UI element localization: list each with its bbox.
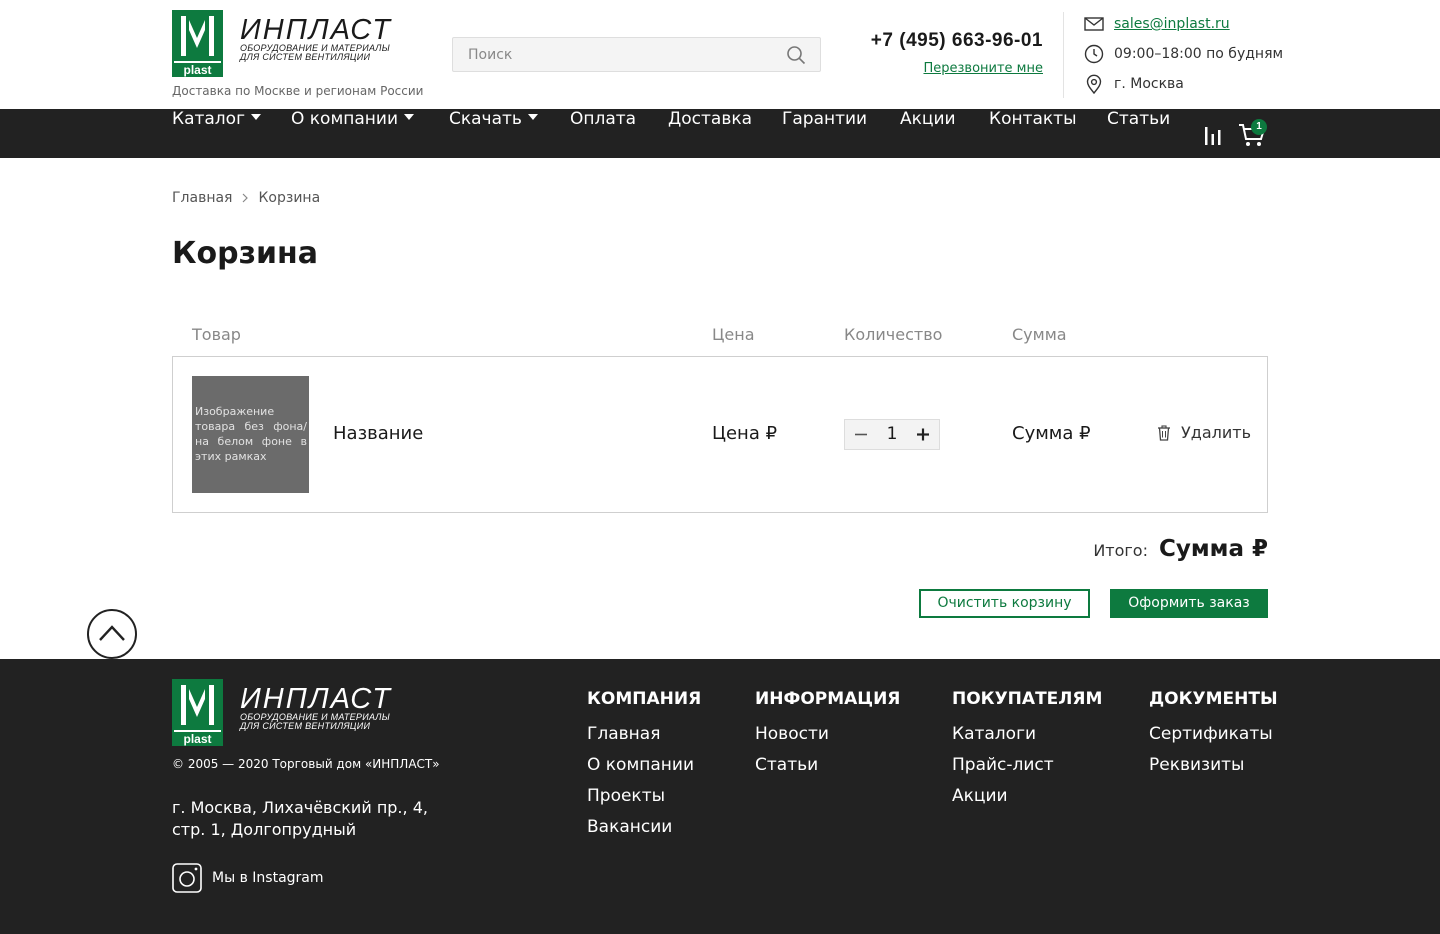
logo-mark-icon: plast [172, 679, 223, 746]
footer-column-title: КОМПАНИЯ [587, 689, 702, 709]
instagram-icon [172, 863, 202, 893]
email-link[interactable]: sales@inplast.ru [1114, 16, 1230, 32]
trash-icon [1158, 424, 1170, 441]
search-box[interactable] [452, 37, 821, 72]
nav-item-payment[interactable]: Оплата [570, 109, 636, 158]
page-title: Корзина [172, 236, 319, 271]
chevron-down-icon [527, 114, 538, 120]
clock-icon [1084, 44, 1104, 64]
nav-item-delivery[interactable]: Доставка [668, 109, 752, 158]
footer-link-news[interactable]: Новости [755, 719, 900, 750]
chevron-up-icon [99, 625, 125, 641]
city: г. Москва [1114, 76, 1184, 92]
logo-brand: ИНПЛАСТ [240, 14, 392, 46]
nav-item-about[interactable]: О компании [291, 109, 415, 158]
logo-subtitle: ОБОРУДОВАНИЕ И МАТЕРИАЛЫ ДЛЯ СИСТЕМ ВЕНТ… [240, 43, 391, 62]
nav-item-articles[interactable]: Статьи [1107, 109, 1170, 158]
main-nav: Каталог О компании Скачать Оплата Достав… [0, 109, 1440, 158]
breadcrumb-home[interactable]: Главная [172, 190, 232, 206]
footer-link-certificates[interactable]: Сертификаты [1149, 719, 1278, 750]
scroll-to-top-button[interactable] [87, 609, 137, 659]
column-header-qty: Количество [844, 325, 943, 344]
delete-label: Удалить [1181, 423, 1251, 442]
site-footer: plast ИНПЛАСТ ОБОРУДОВАНИЕ И МАТЕРИАЛЫ Д… [0, 659, 1440, 934]
logo-badge: plast [174, 730, 221, 746]
footer-column-title: ИНФОРМАЦИЯ [755, 689, 901, 709]
logo-brand: ИНПЛАСТ [240, 683, 392, 715]
copyright: © 2005 — 2020 Торговый дом «ИНПЛАСТ» [172, 757, 440, 771]
footer-column-customers: ПОКУПАТЕЛЯМ Каталоги Прайс-лист Акции [952, 689, 1102, 812]
phone-number[interactable]: +7 (495) 663-96-01 [871, 30, 1043, 52]
breadcrumb-current: Корзина [258, 190, 321, 206]
minus-icon [855, 433, 867, 436]
quantity-value[interactable]: 1 [877, 420, 907, 449]
footer-column-info: ИНФОРМАЦИЯ Новости Статьи [755, 689, 900, 781]
quantity-stepper: 1 [844, 419, 940, 450]
footer-link-projects[interactable]: Проекты [587, 781, 701, 812]
total-value: Сумма ₽ [1158, 536, 1268, 562]
product-name[interactable]: Название [333, 423, 423, 444]
quantity-increase-button[interactable] [908, 420, 938, 449]
cart-item-row: Изображение товара без фона/на белом фон… [172, 356, 1268, 513]
delete-item-button[interactable]: Удалить [1157, 423, 1251, 442]
footer-link-catalogs[interactable]: Каталоги [952, 719, 1102, 750]
total-label: Итого: [1093, 541, 1148, 560]
footer-column-documents: ДОКУМЕНТЫ Сертификаты Реквизиты [1149, 689, 1278, 781]
cart-total: Итого: Сумма ₽ [1093, 536, 1268, 562]
footer-link-requisites[interactable]: Реквизиты [1149, 750, 1278, 781]
footer-link-articles[interactable]: Статьи [755, 750, 900, 781]
column-header-product: Товар [192, 325, 241, 344]
column-header-sum: Сумма [1012, 325, 1067, 344]
nav-item-guarantees[interactable]: Гарантии [782, 109, 867, 158]
footer-address: г. Москва, Лихачёвский пр., 4, стр. 1, Д… [172, 798, 428, 839]
footer-link-promotions[interactable]: Акции [952, 781, 1102, 812]
header-divider [1063, 12, 1064, 98]
logo-subtitle: ОБОРУДОВАНИЕ И МАТЕРИАЛЫ ДЛЯ СИСТЕМ ВЕНТ… [240, 712, 391, 731]
product-image[interactable]: Изображение товара без фона/на белом фон… [192, 376, 309, 493]
clear-cart-button[interactable]: Очистить корзину [919, 589, 1090, 618]
nav-item-catalog[interactable]: Каталог [172, 109, 262, 158]
footer-link-vacancies[interactable]: Вакансии [587, 812, 701, 843]
checkout-button[interactable]: Оформить заказ [1110, 589, 1268, 618]
instagram-label: Мы в Instagram [212, 870, 324, 886]
column-header-price: Цена [712, 325, 755, 344]
chevron-down-icon [404, 114, 415, 120]
delivery-note: Доставка по Москве и регионам России [172, 84, 424, 98]
nav-item-download[interactable]: Скачать [449, 109, 538, 158]
plus-icon [917, 428, 929, 441]
search-icon[interactable] [786, 45, 806, 65]
chevron-down-icon [251, 114, 262, 120]
footer-link-home[interactable]: Главная [587, 719, 701, 750]
chevron-right-icon [243, 193, 249, 203]
footer-logo[interactable]: plast ИНПЛАСТ ОБОРУДОВАНИЕ И МАТЕРИАЛЫ Д… [172, 679, 412, 747]
mail-icon [1084, 17, 1104, 31]
location-pin-icon [1086, 74, 1102, 95]
site-header: plast ИНПЛАСТ ОБОРУДОВАНИЕ И МАТЕРИАЛЫ Д… [0, 0, 1440, 109]
email-row: sales@inplast.ru [1083, 13, 1230, 35]
footer-column-title: ДОКУМЕНТЫ [1149, 689, 1278, 709]
working-hours: 09:00–18:00 по будням [1114, 46, 1284, 62]
compare-icon[interactable] [1204, 125, 1222, 145]
callback-link[interactable]: Перезвоните мне [923, 61, 1043, 76]
instagram-link[interactable]: Мы в Instagram [172, 863, 324, 893]
logo-mark-icon: plast [172, 10, 223, 77]
footer-link-about[interactable]: О компании [587, 750, 701, 781]
footer-link-pricelist[interactable]: Прайс-лист [952, 750, 1102, 781]
footer-column-company: КОМПАНИЯ Главная О компании Проекты Вака… [587, 689, 701, 843]
quantity-decrease-button[interactable] [846, 420, 876, 449]
hours-row: 09:00–18:00 по будням [1083, 43, 1283, 65]
cart-count-badge: 1 [1251, 119, 1267, 135]
nav-item-contacts[interactable]: Контакты [989, 109, 1077, 158]
nav-item-promotions[interactable]: Акции [900, 109, 956, 158]
logo[interactable]: plast ИНПЛАСТ ОБОРУДОВАНИЕ И МАТЕРИАЛЫ Д… [172, 10, 412, 78]
logo-badge: plast [174, 61, 221, 77]
product-sum: Сумма ₽ [1012, 423, 1091, 444]
city-row: г. Москва [1083, 73, 1184, 95]
breadcrumb: Главная Корзина [172, 190, 320, 206]
search-input[interactable] [453, 38, 773, 71]
footer-column-title: ПОКУПАТЕЛЯМ [952, 689, 1103, 709]
product-price: Цена ₽ [712, 423, 778, 444]
